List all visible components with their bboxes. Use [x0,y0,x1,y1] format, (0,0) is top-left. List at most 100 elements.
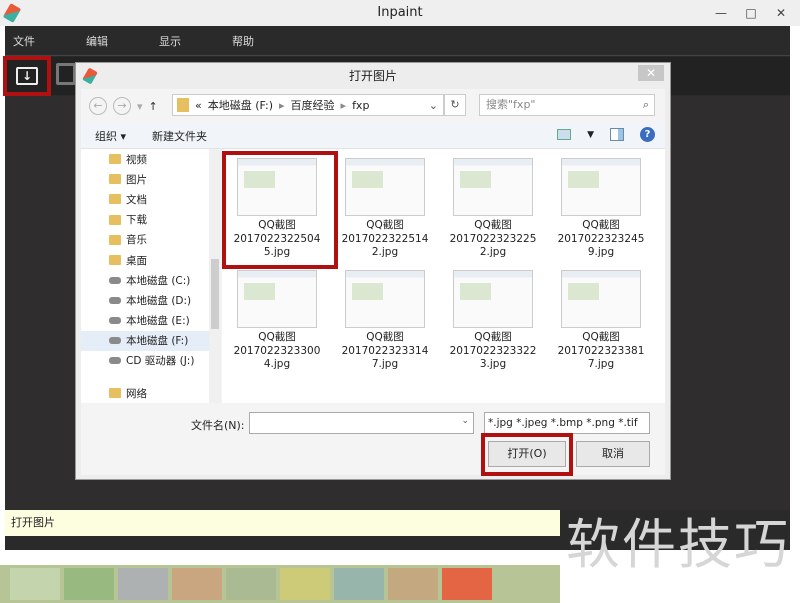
file-name-line: 7.jpg [587,358,615,370]
filename-dropdown-icon[interactable]: ⌄ [461,416,469,426]
file-name-line: 4.jpg [263,358,291,370]
file-item[interactable]: QQ截图 2017022322514 2.jpg [331,153,439,265]
breadcrumb-drive[interactable]: 本地磁盘 (F:) [208,97,273,113]
close-button[interactable]: ✕ [766,0,796,26]
view-controls: ▼ ? [557,127,655,142]
navigation-pane: 视频 图片文档下载音乐桌面本地磁盘 (C:) 本地磁盘 (D:) 本地磁盘 (E:) 本… [81,149,221,403]
taskbar-app[interactable] [64,568,114,600]
folder-icon [109,174,121,185]
menu-view[interactable]: 显示 [159,33,224,49]
folder-icon [109,234,121,245]
file-name-line: 3.jpg [479,358,507,370]
menu-edit[interactable]: 编辑 [86,33,151,49]
title-bar: Inpaint [0,0,800,26]
dialog-title: 打开图片 [348,69,397,83]
file-name-line: QQ截图 [474,331,512,343]
taskbar-inpaint[interactable] [442,568,492,600]
filename-row: 文件名(N): ⌄ *.jpg *.jpeg *.bmp *.png *.tif… [81,409,665,449]
nav-item[interactable]: CD 驱动器 (J:) [81,351,220,371]
image-thumbnail [345,158,425,216]
folder-icon [177,98,189,112]
filetype-select[interactable]: *.jpg *.jpeg *.bmp *.png *.tif ⌄ [484,412,650,449]
preview-pane-icon[interactable] [610,128,624,141]
nav-item[interactable]: 视频 [81,149,220,169]
menu-help[interactable]: 帮助 [232,33,297,49]
help-icon[interactable]: ? [640,127,655,142]
maximize-button[interactable]: □ [736,0,766,26]
filename-input[interactable]: ⌄ [249,412,474,434]
window-controls: — □ ✕ [706,0,796,26]
new-folder-button[interactable]: 新建文件夹 [152,128,207,144]
nav-item[interactable]: 桌面 [81,250,220,270]
view-dropdown-icon[interactable]: ▼ [587,130,594,140]
taskbar-app[interactable] [226,568,276,600]
file-item[interactable]: QQ截图 2017022322504 5.jpg [222,151,338,269]
folder-icon [109,388,121,399]
back-button[interactable]: ← [89,97,107,115]
image-thumbnail [453,158,533,216]
menu-file[interactable]: 文件 [13,33,78,49]
taskbar-app[interactable] [10,568,60,600]
nav-item[interactable]: 下载 [81,210,220,230]
file-item[interactable]: QQ截图 2017022323381 7.jpg [547,265,655,377]
file-item[interactable]: QQ截图 2017022323322 3.jpg [439,265,547,377]
open-image-button[interactable]: ↓ [3,56,51,96]
nav-item[interactable]: 本地磁盘 (F:) [81,330,220,351]
scrollbar-thumb[interactable] [211,259,219,329]
taskbar-app[interactable] [334,568,384,600]
nav-item-label: 下载 [126,214,147,227]
cancel-button[interactable]: 取消 [576,441,650,467]
address-bar[interactable]: « 本地磁盘 (F:) ▸ 百度经验 ▸ fxp ⌄ [172,94,444,116]
nav-item[interactable]: 本地磁盘 (D:) [81,290,220,310]
breadcrumb-folder[interactable]: 百度经验 [291,97,335,113]
nav-item-label: 网络 [126,387,147,400]
up-button[interactable]: ↑ [149,100,158,113]
nav-item[interactable]: 本地磁盘 (C:) [81,270,220,290]
drive-icon [109,276,121,284]
nav-item-label: 音乐 [126,234,147,247]
minimize-button[interactable]: — [706,0,736,26]
file-name-line: QQ截图 [582,219,620,231]
forward-button[interactable]: → [113,97,131,115]
status-bar: 打开图片 [5,510,560,536]
nav-item[interactable]: 本地磁盘 (E:) [81,311,220,331]
taskbar-app[interactable] [172,568,222,600]
drive-icon [109,317,121,325]
file-name-line: 2017022323314 [341,344,429,357]
image-thumbnail [345,270,425,328]
nav-scrollbar[interactable] [209,149,221,403]
recent-dropdown[interactable]: ▾ [137,100,143,113]
file-item[interactable]: QQ截图 2017022323300 4.jpg [223,265,331,377]
file-item[interactable]: QQ截图 2017022323225 2.jpg [439,153,547,265]
file-item[interactable]: QQ截图 2017022323245 9.jpg [547,153,655,265]
open-image-icon: ↓ [16,67,38,85]
file-item[interactable]: QQ截图 2017022323314 7.jpg [331,265,439,377]
search-input[interactable]: 搜索"fxp" ⌕ [479,94,655,116]
address-overflow[interactable]: « [195,99,202,112]
filename-label: 文件名(N): [191,419,245,432]
nav-item-label: CD 驱动器 (J:) [126,355,195,368]
file-name-line: QQ截图 [366,331,404,343]
image-thumbnail [453,270,533,328]
breadcrumb-current[interactable]: fxp [352,99,369,112]
refresh-button[interactable]: ↻ [444,94,466,116]
nav-item-label: 文档 [126,193,147,206]
status-divider [5,536,560,550]
taskbar-app[interactable] [280,568,330,600]
dialog-close-button[interactable]: ✕ [638,65,664,81]
file-name-line: 2.jpg [479,246,507,258]
change-view-icon[interactable] [557,129,572,140]
taskbar-app[interactable] [388,568,438,600]
address-dropdown-icon[interactable]: ⌄ [429,99,438,112]
save-button[interactable] [56,63,76,85]
nav-item-label: 本地磁盘 (E:) [126,315,190,328]
taskbar-app[interactable] [118,568,168,600]
file-name-line: QQ截图 [474,219,512,231]
file-name-line: QQ截图 [582,331,620,343]
nav-item[interactable]: 图片 [81,169,220,189]
nav-item[interactable]: 音乐 [81,230,220,250]
nav-item-label: 本地磁盘 (C:) [126,274,191,287]
nav-item[interactable]: 文档 [81,189,220,209]
organize-button[interactable]: 组织 ▾ [95,128,126,144]
nav-item[interactable]: 网络 [81,383,220,403]
